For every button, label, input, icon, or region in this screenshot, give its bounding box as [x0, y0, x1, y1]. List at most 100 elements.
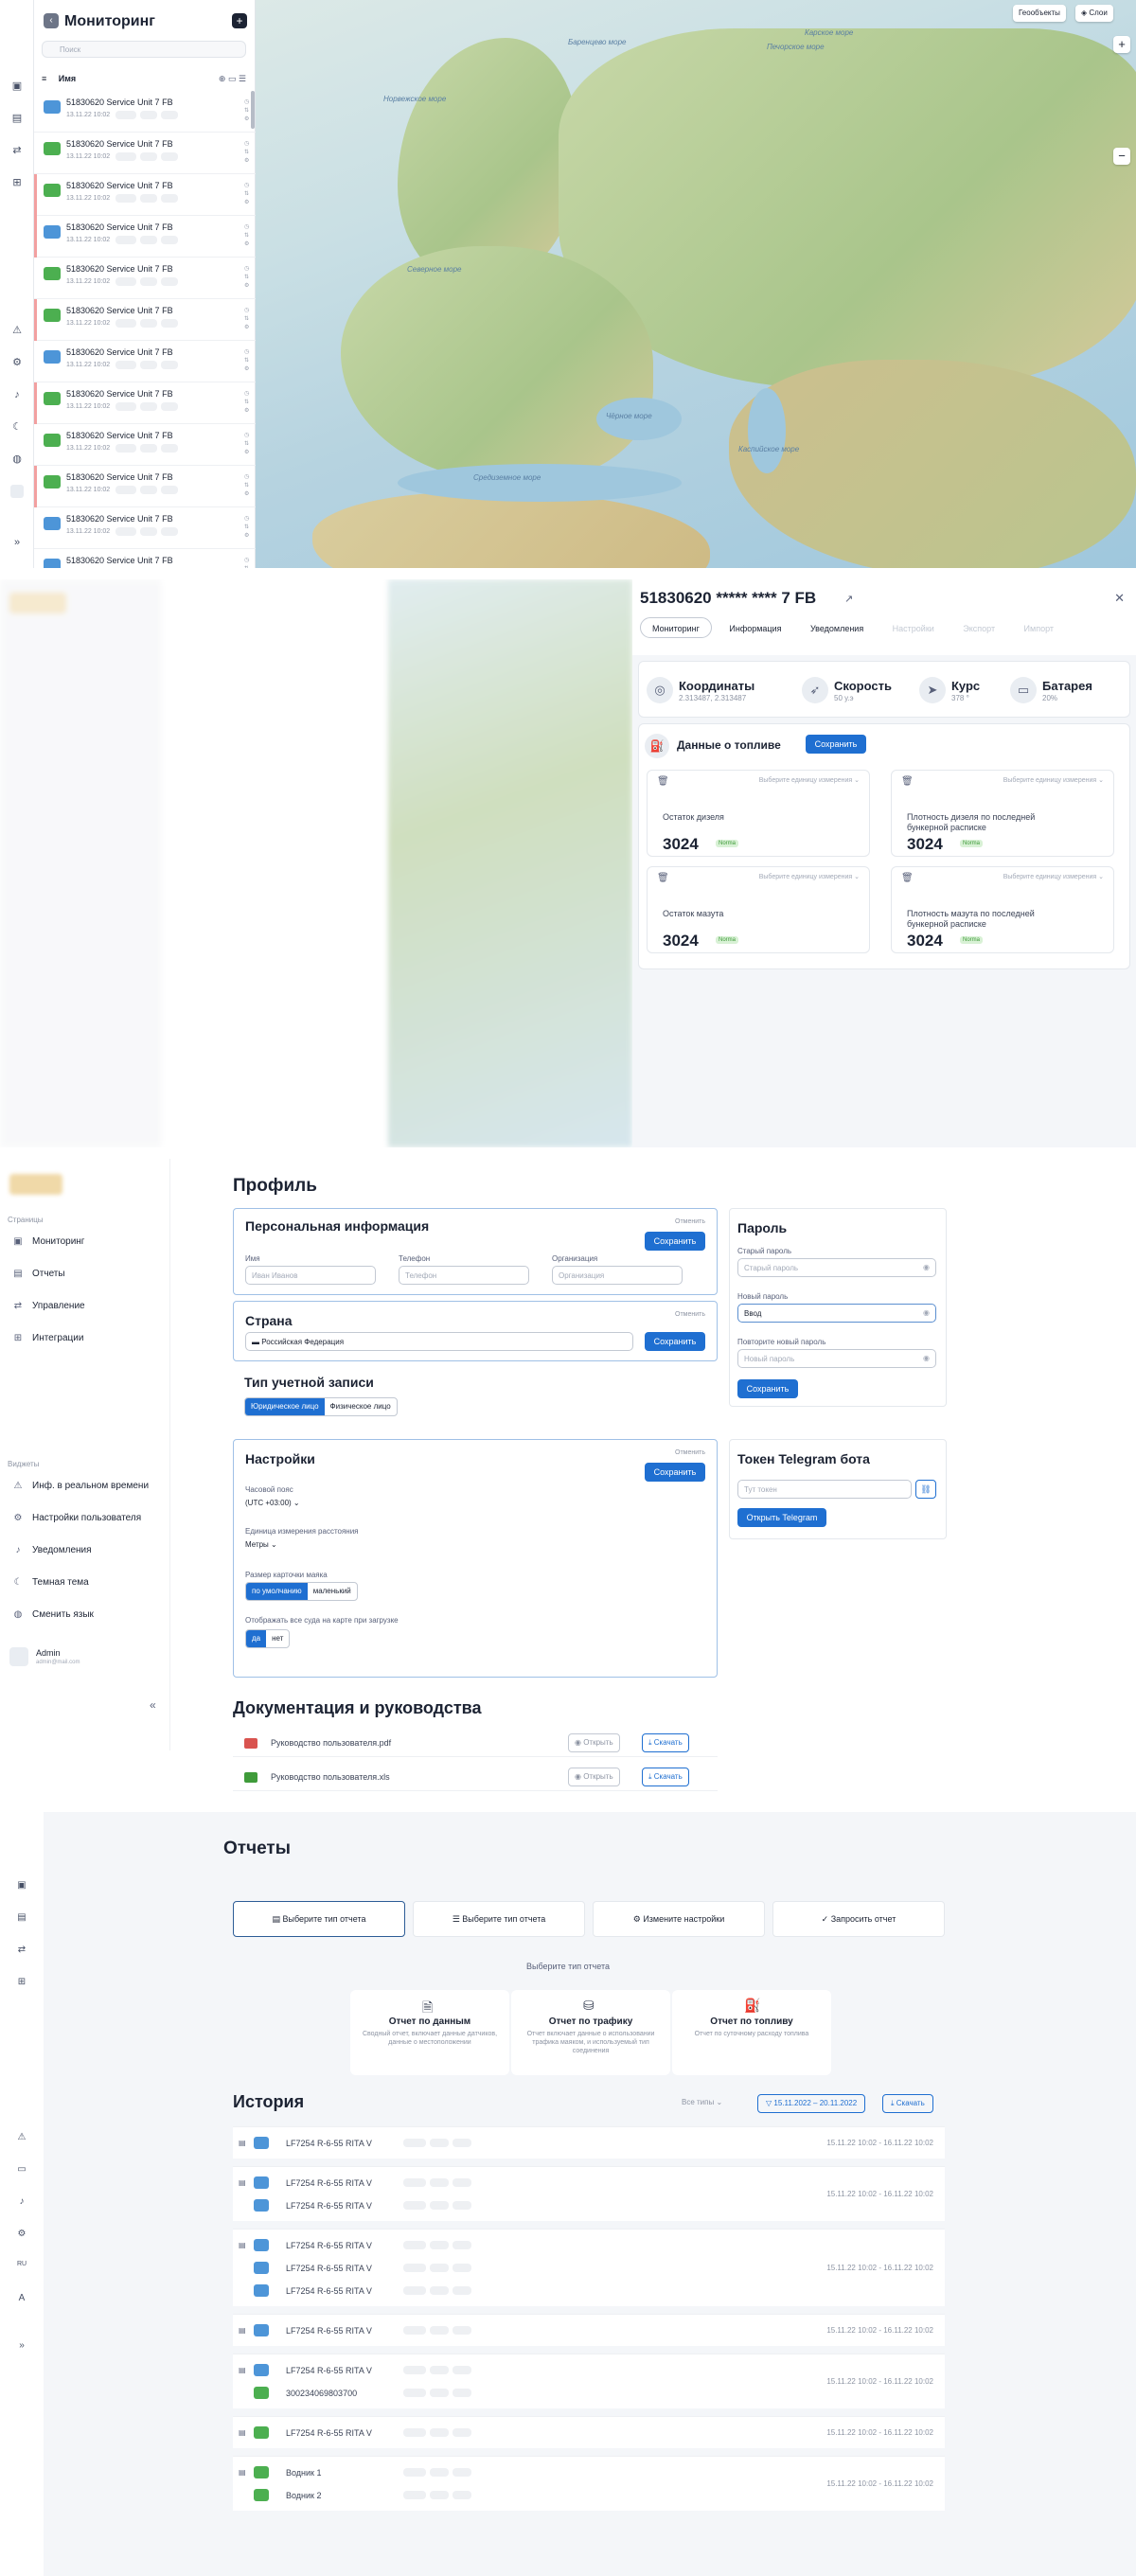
- report-type-fuel[interactable]: ⛽ Отчет по топливу Отчет по суточному ра…: [672, 1990, 831, 2075]
- marker-size-default[interactable]: по умолчанию: [246, 1583, 308, 1600]
- geoobjects-button[interactable]: Геообъекты: [1013, 5, 1066, 22]
- personal-cancel[interactable]: Отменить: [675, 1218, 705, 1225]
- unit-select[interactable]: Выберите единицу измерения ⌄: [759, 873, 860, 880]
- settings-cancel[interactable]: Отменить: [675, 1449, 705, 1456]
- monitor-icon[interactable]: ▣: [15, 1880, 28, 1891]
- delete-icon[interactable]: 🗑: [901, 873, 914, 883]
- account-type-legal[interactable]: Юридическое лицо: [245, 1398, 325, 1415]
- type-filter[interactable]: Все типы ⌄: [682, 2098, 722, 2106]
- filter-icon[interactable]: ≡: [42, 74, 46, 83]
- monitor-icon[interactable]: ▣: [10, 80, 24, 93]
- tab-export[interactable]: Экспорт: [951, 618, 1006, 639]
- list-item[interactable]: 51830620 Service Unit 7 FB13.11.22 10:02…: [34, 91, 256, 133]
- expand-icon[interactable]: »: [10, 536, 24, 549]
- close-icon[interactable]: ✕: [1114, 591, 1125, 606]
- nav-item-notifications[interactable]: ♪ Уведомления: [11, 1545, 92, 1555]
- nav-item-integrations[interactable]: ⊞ Интеграции: [11, 1333, 84, 1343]
- history-group[interactable]: ▤ Водник 1 Водник 2 15.11.22 10:02 - 16.11.…: [233, 2456, 945, 2511]
- row-actions-icon[interactable]: ◷⇅⚙: [244, 473, 250, 500]
- personal-save-button[interactable]: Сохранить: [645, 1232, 705, 1251]
- delete-icon[interactable]: 🗑: [901, 776, 914, 787]
- nav-item-user-settings[interactable]: ⚙ Настройки пользователя: [11, 1513, 142, 1523]
- sort-name[interactable]: Имя: [59, 74, 76, 83]
- bell-icon[interactable]: ♪: [15, 2196, 28, 2207]
- row-actions-icon[interactable]: ◷⇅⚙: [244, 98, 250, 125]
- list-item[interactable]: 51830620 Service Unit 7 FB13.11.22 10:02…: [34, 424, 256, 466]
- nav-item-control[interactable]: ⇄ Управление: [11, 1301, 85, 1311]
- history-group[interactable]: ▤ LF7254 R-6-55 RITA V 15.11.22 10:02 - 16…: [233, 2314, 945, 2346]
- country-select[interactable]: ▬ Российская Федерация: [245, 1332, 633, 1351]
- avatar[interactable]: [10, 485, 24, 498]
- user-icon[interactable]: A: [15, 2293, 28, 2303]
- old-password-input[interactable]: Старый пароль ◉: [737, 1258, 936, 1277]
- reports-icon[interactable]: ▤: [15, 1912, 28, 1923]
- nav-item-language[interactable]: ◍ Сменить язык: [11, 1609, 94, 1620]
- row-actions-icon[interactable]: ◷⇅⚙: [244, 557, 250, 568]
- avatar[interactable]: [9, 1647, 28, 1666]
- history-group[interactable]: ▤ LF7254 R-6-55 RITA V LF7254 R-6-55 RITA …: [233, 2166, 945, 2221]
- search-input[interactable]: Поиск: [42, 41, 246, 58]
- open-telegram-button[interactable]: Открыть Telegram: [737, 1508, 826, 1527]
- eye-icon[interactable]: ◉: [923, 1354, 930, 1362]
- step-3[interactable]: ⚙ Измените настройки: [593, 1901, 765, 1937]
- step-1[interactable]: ▤ Выберите тип отчета: [233, 1901, 405, 1937]
- realtime-icon[interactable]: ⚠: [15, 2132, 28, 2142]
- row-actions-icon[interactable]: ◷⇅⚙: [244, 182, 250, 208]
- bell-icon[interactable]: ♪: [10, 388, 24, 401]
- tab-info[interactable]: Информация: [718, 618, 792, 639]
- list-item[interactable]: 51830620 Service Unit 7 FB13.11.22 10:02…: [34, 216, 256, 258]
- row-actions-icon[interactable]: ◷⇅⚙: [244, 223, 250, 250]
- collapse-icon[interactable]: «: [150, 1698, 156, 1712]
- row-actions-icon[interactable]: ◷⇅⚙: [244, 307, 250, 333]
- copy-link-icon[interactable]: ⛓: [915, 1480, 936, 1499]
- add-button[interactable]: +: [232, 13, 247, 28]
- expand-icon[interactable]: »: [15, 2340, 28, 2351]
- doc-download-button[interactable]: ⤓ Скачать: [642, 1733, 689, 1752]
- list-item[interactable]: 51830620 Service Unit 7 FB13.11.22 10:02…: [34, 382, 256, 424]
- unit-select[interactable]: Выберите единицу измерения ⌄: [1003, 873, 1104, 880]
- list-tools-icon[interactable]: ⊕ ▭ ☰: [219, 74, 246, 84]
- tab-notifications[interactable]: Уведомления: [799, 618, 875, 639]
- control-icon[interactable]: ⇄: [10, 144, 24, 157]
- list-item[interactable]: 51830620 Service Unit 7 FB13.11.22 10:02…: [34, 174, 256, 216]
- doc-open-button[interactable]: ◉ Открыть: [568, 1733, 620, 1752]
- step-2[interactable]: ☰ Выберите тип отчета: [413, 1901, 585, 1937]
- settings-save-button[interactable]: Сохранить: [645, 1463, 705, 1482]
- date-range-filter[interactable]: ▽ 15.11.2022 – 20.11.2022: [757, 2094, 866, 2113]
- report-type-traffic[interactable]: ⛁ Отчет по трафику Отчет включает данные…: [511, 1990, 670, 2075]
- country-cancel[interactable]: Отменить: [675, 1311, 705, 1318]
- layers-button[interactable]: ◈ Слои: [1075, 5, 1113, 22]
- name-input[interactable]: Иван Иванов: [245, 1266, 376, 1285]
- unit-select[interactable]: Выберите единицу измерения ⌄: [1003, 776, 1104, 784]
- map-view[interactable]: Норвежское море Баренцево море Карское м…: [256, 0, 1136, 568]
- list-item[interactable]: 51830620 Service Unit 7 FB13.11.22 10:02…: [34, 299, 256, 341]
- country-save-button[interactable]: Сохранить: [645, 1332, 705, 1351]
- theme-icon[interactable]: ☾: [10, 420, 24, 434]
- password-save-button[interactable]: Сохранить: [737, 1379, 798, 1398]
- nav-item-monitoring[interactable]: ▣ Мониторинг: [11, 1236, 84, 1247]
- eye-icon[interactable]: ◉: [923, 1263, 930, 1271]
- phone-input[interactable]: Телефон: [399, 1266, 529, 1285]
- history-download-button[interactable]: ⤓ Скачать: [882, 2094, 933, 2113]
- list-item[interactable]: 51830620 Service Unit 7 FB13.11.22 10:02…: [34, 549, 256, 568]
- telegram-token-input[interactable]: Тут токен: [737, 1480, 912, 1499]
- eye-icon[interactable]: ◉: [923, 1308, 930, 1317]
- organization-input[interactable]: Организация: [552, 1266, 683, 1285]
- show-all-no[interactable]: нет: [266, 1630, 289, 1647]
- user-settings-icon[interactable]: ▭: [15, 2164, 28, 2175]
- delete-icon[interactable]: 🗑: [657, 776, 669, 787]
- nav-item-realtime[interactable]: ⚠ Инф. в реальном времени: [11, 1481, 150, 1491]
- control-icon[interactable]: ⇄: [15, 1945, 28, 1955]
- settings-icon[interactable]: ⚙: [15, 2229, 28, 2239]
- doc-download-button[interactable]: ⤓ Скачать: [642, 1768, 689, 1786]
- reports-icon[interactable]: ▤: [10, 112, 24, 125]
- tab-settings[interactable]: Настройки: [881, 618, 946, 639]
- row-actions-icon[interactable]: ◷⇅⚙: [244, 348, 250, 375]
- history-group[interactable]: ▤ LF7254 R-6-55 RITA V 300234069803700 15.1…: [233, 2354, 945, 2408]
- tab-monitoring[interactable]: Мониторинг: [640, 617, 712, 638]
- row-actions-icon[interactable]: ◷⇅⚙: [244, 390, 250, 417]
- external-link-icon[interactable]: ↗: [844, 593, 853, 605]
- row-actions-icon[interactable]: ◷⇅⚙: [244, 265, 250, 292]
- show-all-yes[interactable]: да: [246, 1630, 267, 1647]
- fuel-save-button[interactable]: Сохранить: [806, 735, 866, 754]
